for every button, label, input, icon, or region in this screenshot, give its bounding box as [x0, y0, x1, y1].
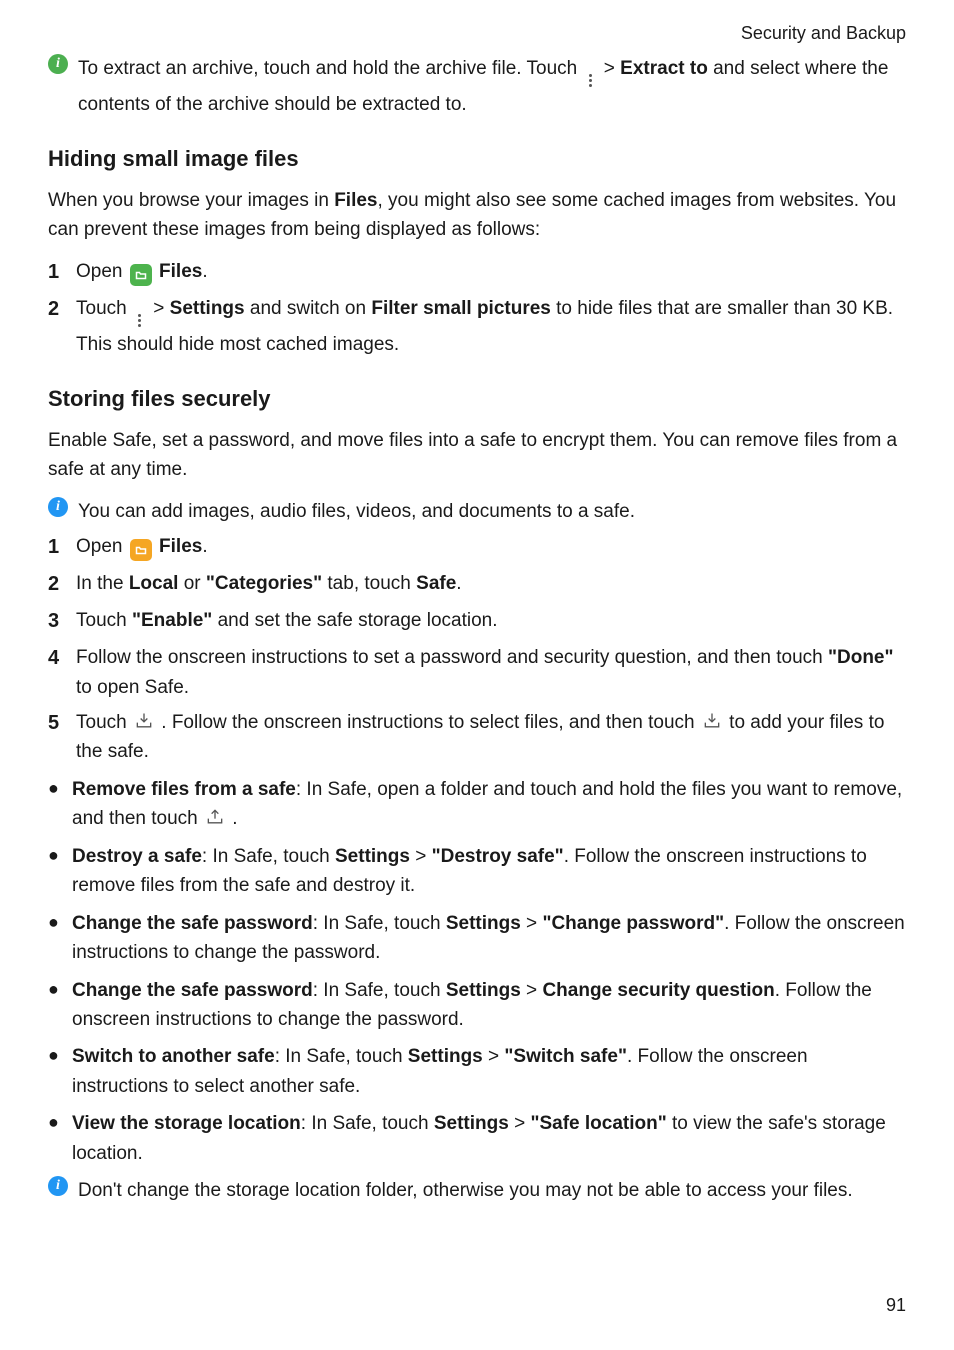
- add-to-safe-icon: [132, 711, 156, 731]
- safe-step-4: 4 Follow the onscreen instructions to se…: [48, 643, 906, 702]
- safe-step-3: 3 Touch "Enable" and set the safe storag…: [48, 606, 906, 637]
- info-icon: i: [48, 1176, 68, 1196]
- intro-storing: Enable Safe, set a password, and move fi…: [48, 426, 906, 485]
- filter-label: Filter small pictures: [371, 298, 551, 319]
- heading-hiding-small-images: Hiding small image files: [48, 142, 906, 176]
- files-app-icon: [130, 539, 152, 561]
- step-number: 1: [48, 257, 66, 288]
- files-app-icon: [130, 264, 152, 286]
- bullet-marker: ●: [48, 909, 62, 937]
- page: Security and Backup i To extract an arch…: [0, 0, 954, 1350]
- step-number: 1: [48, 532, 66, 563]
- bullet-marker: ●: [48, 1109, 62, 1137]
- tip-text-1: To extract an archive, touch and hold th…: [78, 58, 583, 79]
- bullet-marker: ●: [48, 842, 62, 870]
- step-number: 5: [48, 708, 66, 739]
- step-number: 4: [48, 643, 66, 674]
- safe-step-1: 1 Open Files.: [48, 532, 906, 563]
- tip-gt: >: [604, 58, 620, 79]
- step-text: Open: [76, 261, 128, 282]
- step-text-mid: and switch on: [250, 298, 371, 319]
- more-menu-icon: [583, 70, 599, 90]
- safe-step-5: 5 Touch . Follow the onscreen instructio…: [48, 708, 906, 767]
- step-number: 3: [48, 606, 66, 637]
- more-menu-icon: [132, 310, 148, 330]
- bullet-marker: ●: [48, 775, 62, 803]
- intro-hiding: When you browse your images in Files, yo…: [48, 186, 906, 245]
- step-number: 2: [48, 294, 66, 325]
- safe-step-2: 2 In the Local or "Categories" tab, touc…: [48, 569, 906, 600]
- note-text: You can add images, audio files, videos,…: [78, 501, 635, 522]
- add-to-safe-icon: [700, 711, 724, 731]
- header-breadcrumb: Security and Backup: [48, 20, 906, 48]
- files-label: Files: [159, 261, 202, 282]
- bullet-change-security-question: ● Change the safe password: In Safe, tou…: [48, 976, 906, 1035]
- info-icon: i: [48, 54, 68, 74]
- gt: >: [153, 298, 169, 319]
- step-text: Touch: [76, 298, 132, 319]
- remove-from-safe-icon: [203, 807, 227, 827]
- settings-label: Settings: [170, 298, 245, 319]
- bullet-switch-safe: ● Switch to another safe: In Safe, touch…: [48, 1042, 906, 1101]
- bullet-remove-files: ● Remove files from a safe: In Safe, ope…: [48, 775, 906, 834]
- note-safe-contents: i You can add images, audio files, video…: [48, 497, 906, 526]
- info-icon: i: [48, 497, 68, 517]
- note-dont-change-location: i Don't change the storage location fold…: [48, 1176, 906, 1205]
- page-number: 91: [886, 1292, 906, 1320]
- period: .: [202, 261, 207, 282]
- files-label: Files: [159, 536, 202, 557]
- bullet-marker: ●: [48, 976, 62, 1004]
- tip-extract-to: Extract to: [620, 58, 708, 79]
- tip-extract-archive: i To extract an archive, touch and hold …: [48, 54, 906, 120]
- step-text: Open: [76, 536, 128, 557]
- bullet-change-password: ● Change the safe password: In Safe, tou…: [48, 909, 906, 968]
- bullet-view-location: ● View the storage location: In Safe, to…: [48, 1109, 906, 1168]
- heading-storing-securely: Storing files securely: [48, 382, 906, 416]
- step-number: 2: [48, 569, 66, 600]
- bullet-marker: ●: [48, 1042, 62, 1070]
- step-2-settings-filter: 2 Touch > Settings and switch on Filter …: [48, 294, 906, 360]
- note-text: Don't change the storage location folder…: [78, 1180, 853, 1201]
- step-1-open-files: 1 Open Files.: [48, 257, 906, 288]
- bullet-destroy-safe: ● Destroy a safe: In Safe, touch Setting…: [48, 842, 906, 901]
- period: .: [202, 536, 207, 557]
